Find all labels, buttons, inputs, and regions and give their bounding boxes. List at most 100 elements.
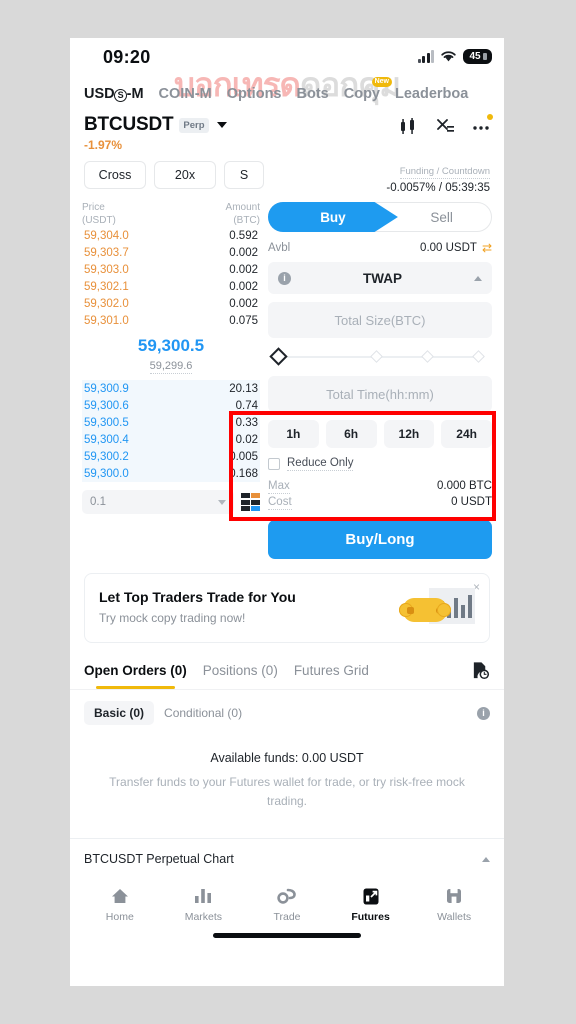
- cellular-signal-icon: [417, 49, 434, 63]
- chevron-up-icon[interactable]: [482, 856, 490, 862]
- table-row[interactable]: 59,300.0 0.168: [82, 465, 260, 482]
- reduce-only-checkbox[interactable]: [268, 458, 280, 470]
- order-entry-form: Sell Buy Avbl 0.00 USDT ⇄ i TWAP Total S…: [268, 202, 492, 559]
- orders-tabs: Open Orders (0) Positions (0) Futures Gr…: [70, 661, 504, 690]
- max-value: 0.000 BTC: [437, 480, 492, 492]
- amount-header-unit: (BTC): [233, 214, 260, 226]
- order-book: Price (USDT) Amount (BTC) 59,304.0 0.592…: [82, 202, 260, 559]
- table-row[interactable]: 59,301.0 0.075: [82, 312, 260, 329]
- bid-amount: 20.13: [229, 382, 258, 395]
- slider-tick[interactable]: [370, 350, 383, 363]
- nav-item-coin-m[interactable]: COIN-M: [159, 86, 212, 102]
- bottom-nav-trade-label: Trade: [273, 911, 301, 924]
- table-row[interactable]: 59,300.9 20.13: [82, 380, 260, 397]
- time-preset-6h[interactable]: 6h: [325, 420, 377, 448]
- bid-amount: 0.74: [235, 399, 258, 412]
- buy-tab[interactable]: Buy: [268, 202, 398, 232]
- futures-icon: [329, 885, 413, 907]
- ask-amount: 0.592: [229, 229, 258, 242]
- chart-collapse-bar[interactable]: BTCUSDT Perpetual Chart: [70, 838, 504, 879]
- bottom-nav-futures[interactable]: Futures: [329, 885, 413, 923]
- nav-item-usds-m[interactable]: USD S -M: [84, 86, 144, 102]
- max-row: Max 0.000 BTC: [268, 480, 492, 494]
- sell-tab[interactable]: Sell: [391, 202, 492, 232]
- ask-price: 59,302.0: [84, 297, 129, 310]
- slider-tick[interactable]: [421, 350, 434, 363]
- size-slider[interactable]: [268, 346, 492, 368]
- table-row[interactable]: 59,300.2 0.005: [82, 448, 260, 465]
- tab-positions[interactable]: Positions (0): [203, 663, 278, 678]
- promo-banner[interactable]: × Let Top Traders Trade for You Try mock…: [84, 573, 490, 643]
- orders-section: Open Orders (0) Positions (0) Futures Gr…: [70, 661, 504, 810]
- buy-long-button[interactable]: Buy/Long: [268, 520, 492, 559]
- wifi-icon: [441, 51, 456, 62]
- tab-open-orders[interactable]: Open Orders (0): [84, 663, 187, 689]
- battery-icon: 45: [463, 49, 492, 64]
- slider-tick[interactable]: [472, 350, 485, 363]
- tab-futures-grid[interactable]: Futures Grid: [294, 663, 369, 678]
- reduce-only-row[interactable]: Reduce Only: [268, 457, 492, 471]
- table-row[interactable]: 59,300.4 0.02: [82, 431, 260, 448]
- time-preset-1h[interactable]: 1h: [268, 420, 319, 448]
- order-book-midprice[interactable]: 59,300.5 59,299.6: [82, 329, 260, 378]
- position-side-chip[interactable]: S: [224, 161, 264, 189]
- ticker-info[interactable]: BTCUSDT Perp -1.97%: [84, 114, 399, 152]
- candlestick-chart-icon[interactable]: [399, 118, 419, 135]
- info-icon[interactable]: i: [477, 706, 490, 720]
- nav-usds-m-s-circle: S: [114, 88, 128, 102]
- ask-amount: 0.002: [229, 246, 258, 259]
- nav-item-bots[interactable]: Bots: [297, 86, 329, 102]
- table-row[interactable]: 59,303.7 0.002: [82, 244, 260, 261]
- total-size-input[interactable]: Total Size(BTC): [268, 302, 492, 338]
- markets-icon: [162, 885, 246, 907]
- slider-handle[interactable]: [269, 347, 288, 366]
- wallets-icon: [412, 885, 496, 907]
- margin-mode-chip[interactable]: Cross: [84, 161, 146, 189]
- sub-tab-conditional[interactable]: Conditional (0): [164, 706, 242, 720]
- order-book-header: Price (USDT) Amount (BTC): [82, 202, 260, 227]
- orders-sub-tabs: Basic (0) Conditional (0) i: [70, 690, 504, 725]
- bottom-nav-trade[interactable]: Trade: [245, 885, 329, 923]
- nav-item-leaderboard[interactable]: Leaderboa: [395, 86, 468, 102]
- time-preset-12h[interactable]: 12h: [383, 420, 435, 448]
- nav-usds-m-label-a: USD: [84, 86, 115, 102]
- bottom-nav-wallets-label: Wallets: [437, 911, 472, 924]
- bottom-nav-markets[interactable]: Markets: [162, 885, 246, 923]
- sub-tab-basic[interactable]: Basic (0): [84, 701, 155, 725]
- table-row[interactable]: 59,302.0 0.002: [82, 295, 260, 312]
- table-row[interactable]: 59,300.5 0.33: [82, 414, 260, 431]
- order-book-asks: 59,304.0 0.592 59,303.7 0.002 59,303.0 0…: [82, 227, 260, 329]
- nav-item-copy[interactable]: Copy New: [344, 77, 392, 102]
- order-book-bids: 59,300.9 20.13 59,300.6 0.74 59,300.5 0.…: [82, 380, 260, 482]
- funding-countdown[interactable]: Funding / Countdown -0.0057% / 05:39:35: [386, 161, 490, 194]
- more-options-icon[interactable]: [472, 118, 490, 135]
- bottom-nav-wallets[interactable]: Wallets: [412, 885, 496, 923]
- orderbook-layout-icon[interactable]: [240, 493, 260, 511]
- bottom-nav-home[interactable]: Home: [78, 885, 162, 923]
- margin-chips: Cross 20x S: [84, 161, 386, 189]
- total-time-input[interactable]: Total Time(hh:mm): [268, 376, 492, 412]
- table-row[interactable]: 59,303.0 0.002: [82, 261, 260, 278]
- table-row[interactable]: 59,304.0 0.592: [82, 227, 260, 244]
- chevron-down-icon[interactable]: [216, 122, 227, 128]
- price-header-unit: (USDT): [82, 214, 116, 226]
- order-type-select[interactable]: i TWAP: [268, 262, 492, 294]
- ticker-symbol-row[interactable]: BTCUSDT Perp: [84, 114, 399, 136]
- time-preset-24h[interactable]: 24h: [441, 420, 492, 448]
- info-icon[interactable]: i: [278, 271, 291, 285]
- order-history-icon[interactable]: [471, 661, 490, 680]
- bid-price: 59,300.0: [84, 467, 129, 480]
- calculator-icon[interactable]: [436, 118, 455, 135]
- nav-item-options[interactable]: Options: [227, 86, 282, 102]
- leverage-chip[interactable]: 20x: [154, 161, 216, 189]
- layout-cell: [251, 493, 260, 498]
- trade-icon: [245, 885, 329, 907]
- tick-size-select[interactable]: 0.1: [82, 490, 234, 514]
- cost-value: 0 USDT: [451, 496, 492, 508]
- transfer-icon[interactable]: ⇄: [482, 241, 492, 255]
- buy-sell-toggle: Sell Buy: [268, 202, 492, 232]
- table-row[interactable]: 59,302.1 0.002: [82, 278, 260, 295]
- ticker-actions: [399, 114, 493, 135]
- table-row[interactable]: 59,300.6 0.74: [82, 397, 260, 414]
- perp-tag: Perp: [179, 117, 209, 133]
